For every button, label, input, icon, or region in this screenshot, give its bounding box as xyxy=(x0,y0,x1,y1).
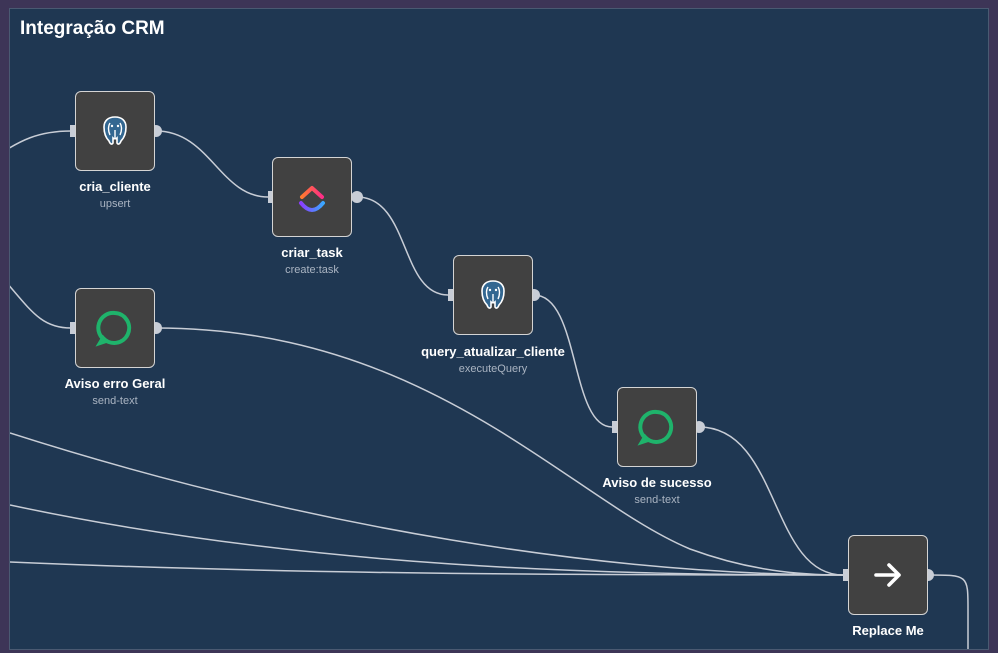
node-aviso-erro-geral[interactable] xyxy=(75,288,155,368)
node-cria-cliente[interactable] xyxy=(75,91,155,171)
chat-bubble-icon xyxy=(95,308,135,348)
postgres-icon xyxy=(473,275,513,315)
edge-replace-out xyxy=(927,574,969,649)
node-label-criar-task: criar_task xyxy=(281,245,343,260)
node-criar-task[interactable] xyxy=(272,157,352,237)
node-subtitle-aviso-de-sucesso: send-text xyxy=(634,494,680,506)
edge-query-to-aviso-sucesso xyxy=(533,294,613,428)
group-title: Integração CRM xyxy=(20,18,165,39)
node-label-cria-cliente: cria_cliente xyxy=(79,179,151,194)
postgres-icon xyxy=(95,111,135,151)
node-aviso-de-sucesso[interactable] xyxy=(617,387,697,467)
node-label-replace-me: Replace Me xyxy=(852,623,924,638)
node-subtitle-aviso-erro-geral: send-text xyxy=(92,395,138,407)
node-label-aviso-erro-geral: Aviso erro Geral xyxy=(64,376,166,391)
chat-bubble-icon xyxy=(637,407,677,447)
clickup-icon xyxy=(299,186,325,213)
node-replace-me[interactable] xyxy=(848,535,928,615)
edge-in-cria-cliente xyxy=(10,130,72,149)
node-label-query-atualizar-cliente: query_atualizar_cliente xyxy=(421,344,565,359)
edge-left-2-to-replace xyxy=(10,504,844,576)
edge-in-aviso-erro xyxy=(10,285,72,329)
workflow-canvas[interactable]: Integração CRM cria_cliente upsert criar… xyxy=(9,8,989,650)
output-handle-criar-task xyxy=(351,191,363,203)
node-query-atualizar-cliente[interactable] xyxy=(453,255,533,335)
node-subtitle-query-atualizar-cliente: executeQuery xyxy=(458,363,528,375)
node-subtitle-criar-task: create:task xyxy=(285,264,339,276)
node-subtitle-cria-cliente: upsert xyxy=(99,198,131,210)
node-label-aviso-de-sucesso: Aviso de sucesso xyxy=(602,475,712,490)
arrow-right-icon xyxy=(874,563,901,587)
edge-left-3-to-replace xyxy=(10,561,844,576)
